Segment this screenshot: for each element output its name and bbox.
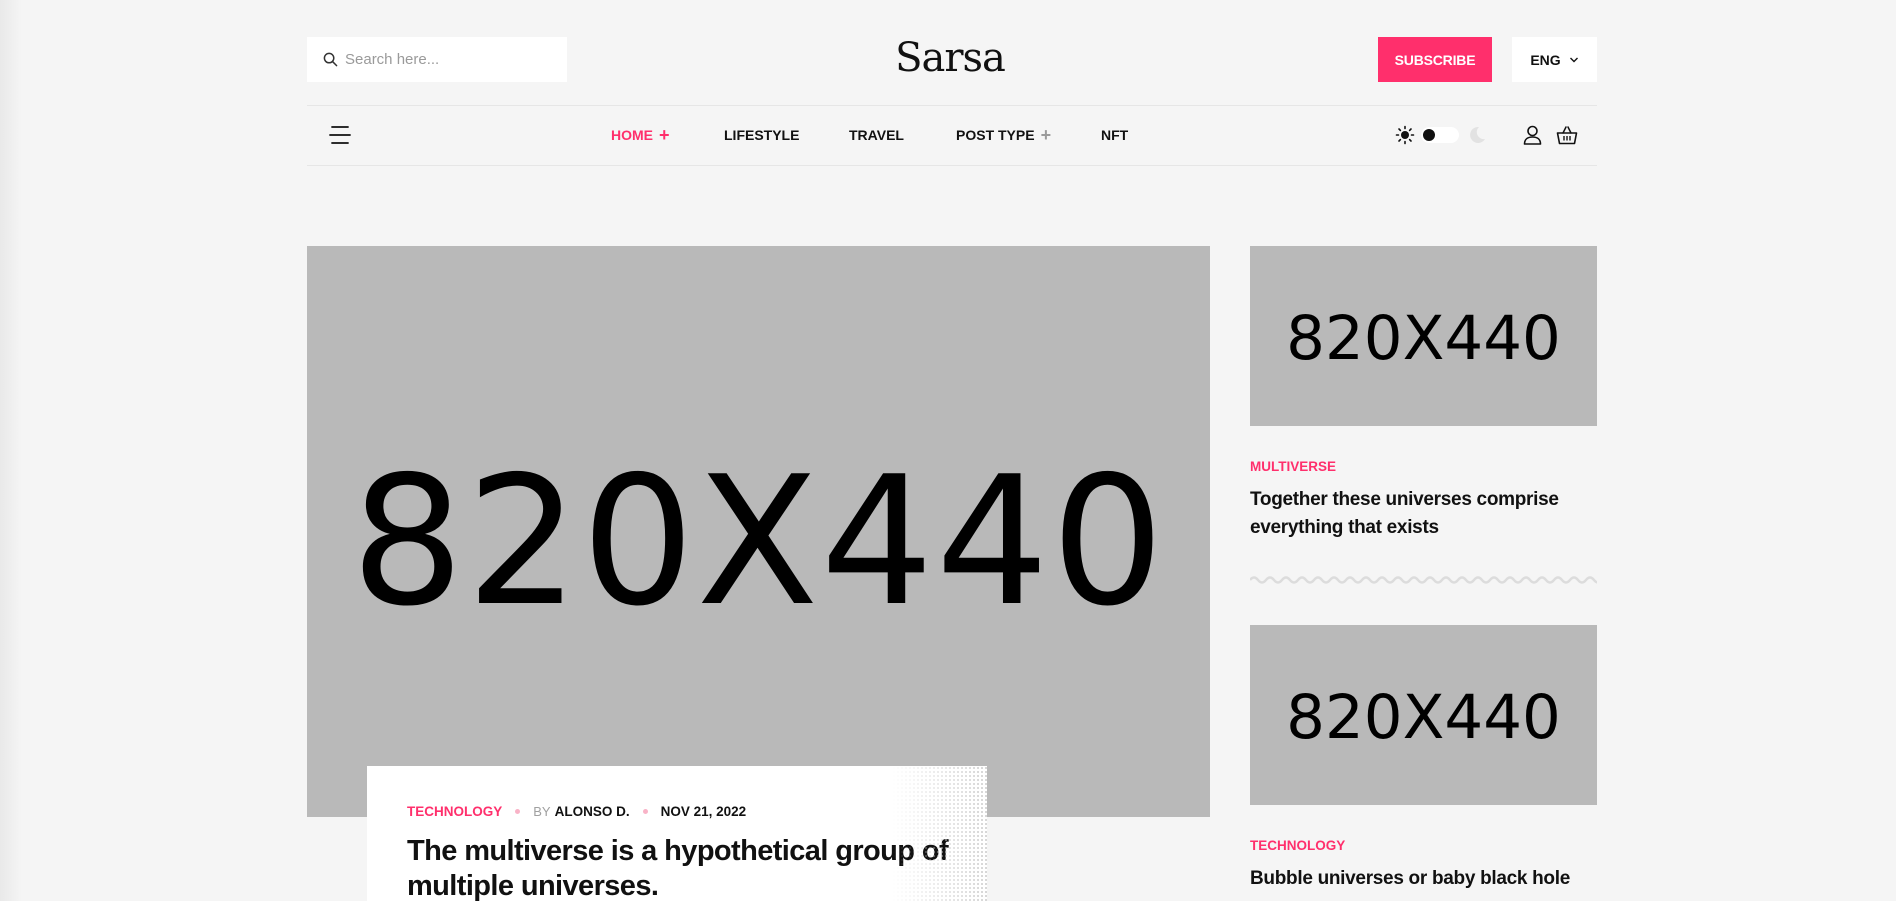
moon-icon: [1470, 126, 1485, 143]
site-logo[interactable]: Sarsa: [880, 32, 1020, 84]
image-placeholder-text: 820X440: [350, 438, 1167, 645]
nav-item-home[interactable]: HOME +: [611, 122, 670, 148]
meta-separator-dot: [642, 808, 648, 814]
by-label: BY: [533, 803, 551, 819]
post-date: NOV 21, 2022: [660, 803, 747, 819]
nav-item-label: HOME: [611, 127, 653, 143]
main-nav: HOME + LIFESTYLE TRAVEL POST TYPE + NFT: [0, 122, 1896, 148]
wave-divider: [1250, 576, 1597, 584]
sidebar-post-title[interactable]: Together these universes comprise everyt…: [1250, 486, 1590, 542]
post-author[interactable]: ALONSO D.: [555, 804, 630, 819]
nav-item-travel[interactable]: TRAVEL: [849, 122, 904, 148]
sidebar-post-title[interactable]: Bubble universes or baby black hole: [1250, 865, 1590, 893]
language-select[interactable]: ENG: [1512, 37, 1597, 82]
theme-toggle[interactable]: [1395, 124, 1489, 146]
meta-separator-dot: [515, 808, 521, 814]
plus-icon: +: [1040, 125, 1052, 145]
sidebar-post-category[interactable]: TECHNOLOGY: [1250, 838, 1345, 853]
nav-bottom-divider: [307, 165, 1597, 166]
chevron-down-icon: [1569, 57, 1578, 62]
feature-post-image[interactable]: 820X440: [307, 246, 1210, 817]
language-label: ENG: [1530, 51, 1561, 68]
feature-post-title[interactable]: The multiverse is a hypothetical group o…: [407, 834, 967, 901]
search-box[interactable]: [307, 37, 567, 82]
user-icon[interactable]: [1523, 125, 1542, 145]
image-placeholder-text: 820X440: [1286, 302, 1561, 374]
sidebar-post-category[interactable]: MULTIVERSE: [1250, 459, 1336, 474]
theme-switch[interactable]: [1421, 127, 1459, 143]
post-category[interactable]: TECHNOLOGY: [407, 804, 502, 819]
search-input[interactable]: [345, 51, 555, 68]
shopping-basket-icon[interactable]: [1556, 125, 1578, 145]
nav-top-divider: [307, 105, 1597, 106]
nav-item-label: NFT: [1101, 127, 1129, 143]
nav-item-label: LIFESTYLE: [724, 127, 800, 143]
sidebar-post-image[interactable]: 820X440: [1250, 625, 1597, 805]
sidebar-post-image[interactable]: 820X440: [1250, 246, 1597, 426]
search-icon: [323, 52, 338, 67]
feature-post-card: TECHNOLOGY BY ALONSO D. NOV 21, 2022 The…: [367, 766, 987, 901]
dots-pattern-decoration: [892, 766, 987, 901]
theme-switch-knob: [1423, 129, 1435, 141]
nav-item-post-type[interactable]: POST TYPE +: [956, 122, 1051, 148]
nav-item-nft[interactable]: NFT: [1101, 122, 1128, 148]
nav-item-lifestyle[interactable]: LIFESTYLE: [724, 122, 799, 148]
nav-item-label: POST TYPE: [956, 127, 1035, 143]
sun-icon: [1395, 125, 1415, 145]
nav-item-label: TRAVEL: [849, 127, 904, 143]
plus-icon: +: [659, 125, 670, 145]
image-placeholder-text: 820X440: [1286, 681, 1561, 753]
subscribe-button[interactable]: SUBSCRIBE: [1378, 37, 1492, 82]
